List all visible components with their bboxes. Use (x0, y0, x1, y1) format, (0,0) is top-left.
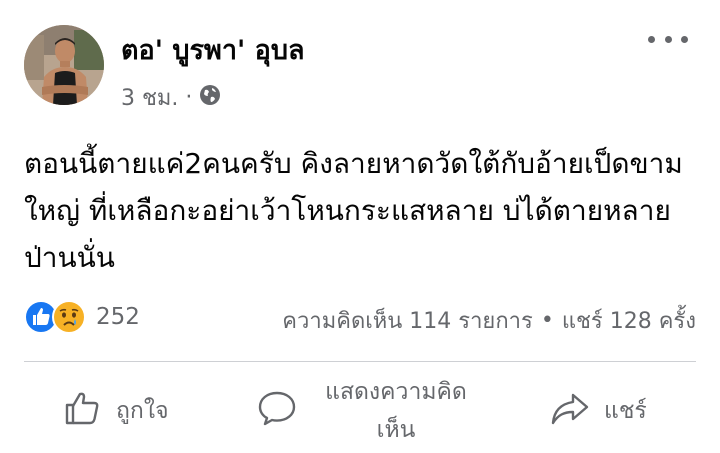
reactions-summary[interactable]: 252 (24, 300, 140, 334)
share-button[interactable]: แชร์ (550, 388, 647, 434)
more-dot (664, 35, 672, 43)
reaction-icons (24, 300, 86, 334)
like-button[interactable]: ถูกใจ (62, 388, 169, 434)
comment-count[interactable]: ความคิดเห็น 114 รายการ (282, 303, 533, 338)
divider (24, 361, 696, 362)
share-count[interactable]: แชร์ 128 ครั้ง (562, 303, 696, 338)
avatar[interactable] (24, 25, 104, 105)
author-name[interactable]: ตอ' บูรพา' อุบล (121, 28, 305, 71)
share-label: แชร์ (604, 398, 647, 424)
more-dot (648, 35, 655, 43)
post-time[interactable]: 3 ชม. (121, 80, 178, 115)
post-meta: 3 ชม. · (121, 80, 221, 115)
more-options-icon[interactable] (648, 29, 688, 49)
comment-icon (257, 388, 297, 434)
meta-separator: · (185, 85, 193, 110)
sad-reaction-icon (52, 300, 86, 334)
comment-button[interactable]: แสดงความคิดเห็น (257, 373, 481, 449)
stats-separator: • (540, 308, 554, 333)
like-label: ถูกใจ (116, 398, 169, 424)
more-dot (681, 35, 688, 43)
comment-label: แสดงความคิดเห็น (325, 379, 467, 443)
share-arrow-icon (550, 388, 590, 434)
reaction-count: 252 (96, 304, 140, 330)
post-stats: ความคิดเห็น 114 รายการ • แชร์ 128 ครั้ง (282, 303, 696, 338)
thumbs-up-icon (62, 388, 102, 434)
avatar-photo (24, 25, 104, 105)
globe-icon (199, 84, 221, 112)
post-text: ตอนนี้ตายแค่2คนครับ คิงลายหาดวัดใต้กับอ้… (24, 147, 683, 274)
